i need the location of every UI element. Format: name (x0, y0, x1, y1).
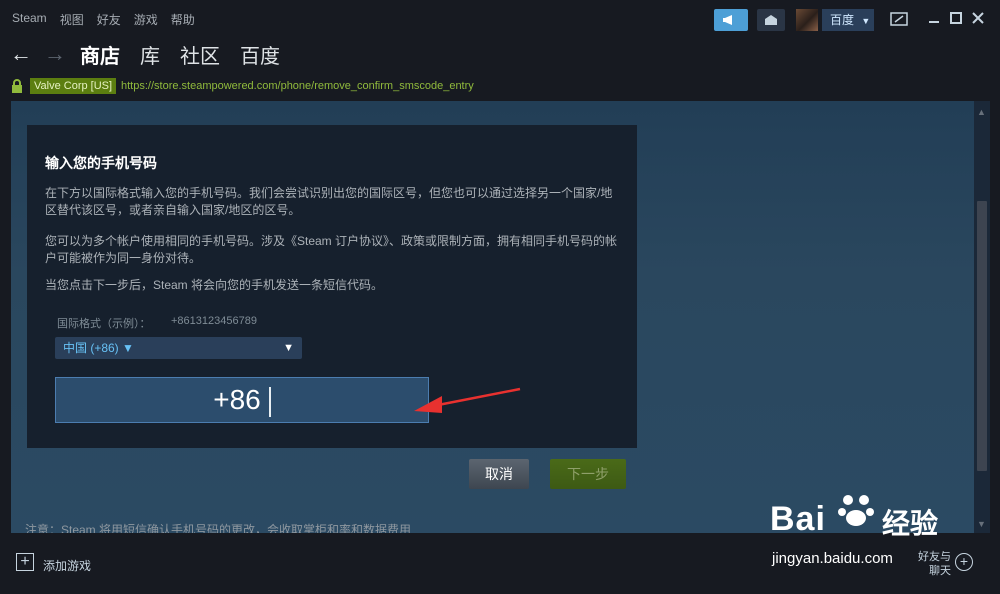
add-game-button[interactable]: 添加游戏 (43, 557, 91, 574)
nav-store[interactable]: 商店 (80, 40, 120, 69)
forward-arrow-icon[interactable]: → (44, 41, 66, 67)
text-cursor (268, 386, 271, 417)
phone-number-input[interactable]: +86 (55, 377, 429, 423)
country-select[interactable]: 中国 (+86) ▼ ▼ (55, 337, 302, 359)
account-name: 百度 (830, 13, 855, 27)
plus-icon[interactable]: + (16, 553, 34, 571)
minimize-icon[interactable] (928, 12, 940, 24)
lock-icon (12, 79, 22, 93)
avatar[interactable] (796, 9, 818, 31)
scroll-up-icon[interactable]: ▲ (977, 107, 986, 117)
country-select-value: 中国 (+86) ▼ (63, 341, 134, 355)
notifications-button[interactable] (757, 9, 785, 31)
page-url[interactable]: https://store.steampowered.com/phone/rem… (121, 80, 474, 92)
phone-entry-panel: 输入您的手机号码 在下方以国际格式输入您的手机号码。我们会尝试识别出您的国际区号… (27, 125, 637, 448)
watermark-brand: Bai (770, 500, 826, 538)
chevron-down-icon: ▼ (861, 16, 871, 26)
maximize-icon[interactable] (950, 12, 962, 24)
red-arrow-annotation-icon (414, 387, 521, 413)
broadcast-button[interactable] (714, 9, 748, 31)
store-page: 输入您的手机号码 在下方以国际格式输入您的手机号码。我们会尝试识别出您的国际区号… (11, 101, 974, 533)
big-picture-icon[interactable] (890, 12, 908, 26)
baidu-watermark: Bai 经验 jingyan.baidu.com (770, 488, 980, 578)
watermark-brand-2: 经验 (882, 508, 939, 539)
scrollbar[interactable]: ▲ ▼ (974, 101, 990, 533)
envelope-icon (765, 15, 777, 25)
dropdown-caret-icon: ▼ (283, 342, 294, 354)
cancel-button[interactable]: 取消 (469, 459, 529, 489)
close-icon[interactable] (972, 12, 984, 24)
nav-community[interactable]: 社区 (180, 40, 220, 69)
paw-icon (838, 495, 874, 526)
nav-library[interactable]: 库 (140, 40, 160, 69)
account-menu[interactable]: 百度 ▼ (822, 9, 874, 31)
notice-text: 注意：Steam 将用短信确认手机号码的更改，会收取掌柜和率和数据费用 (25, 523, 412, 533)
menu-item-steam[interactable]: Steam (12, 11, 47, 28)
page-title: 输入您的手机号码 (45, 155, 157, 171)
format-example: +8613123456789 (171, 315, 257, 327)
menu-item-view[interactable]: 视图 (60, 11, 84, 28)
back-arrow-icon[interactable]: ← (10, 41, 32, 67)
menu-item-games[interactable]: 游戏 (134, 11, 158, 28)
certificate-badge[interactable]: Valve Corp [US] (30, 78, 117, 94)
phone-number-value: +86 (213, 384, 261, 415)
instructions-paragraph-3: 当您点击下一步后，Steam 将会向您的手机发送一条短信代码。 (45, 278, 384, 292)
instructions-paragraph-2: 您可以为多个帐户使用相同的手机号码。涉及《Steam 订户协议》、政策或限制方面… (45, 234, 618, 265)
next-button[interactable]: 下一步 (550, 459, 626, 489)
megaphone-icon (723, 15, 732, 25)
instructions-paragraph-1: 在下方以国际格式输入您的手机号码。我们会尝试识别出您的国际区号，但您也可以通过选… (45, 186, 613, 217)
menu-item-friends[interactable]: 好友 (97, 11, 121, 28)
scrollbar-thumb[interactable] (977, 201, 987, 471)
watermark-url: jingyan.baidu.com (772, 550, 893, 567)
nav-profile[interactable]: 百度 (240, 40, 280, 69)
main-nav: 商店 库 社区 百度 (80, 40, 280, 69)
menu-bar: Steam 视图 好友 游戏 帮助 (12, 11, 195, 28)
menu-item-help[interactable]: 帮助 (171, 11, 195, 28)
format-label: 国际格式（示例）： (57, 318, 151, 330)
